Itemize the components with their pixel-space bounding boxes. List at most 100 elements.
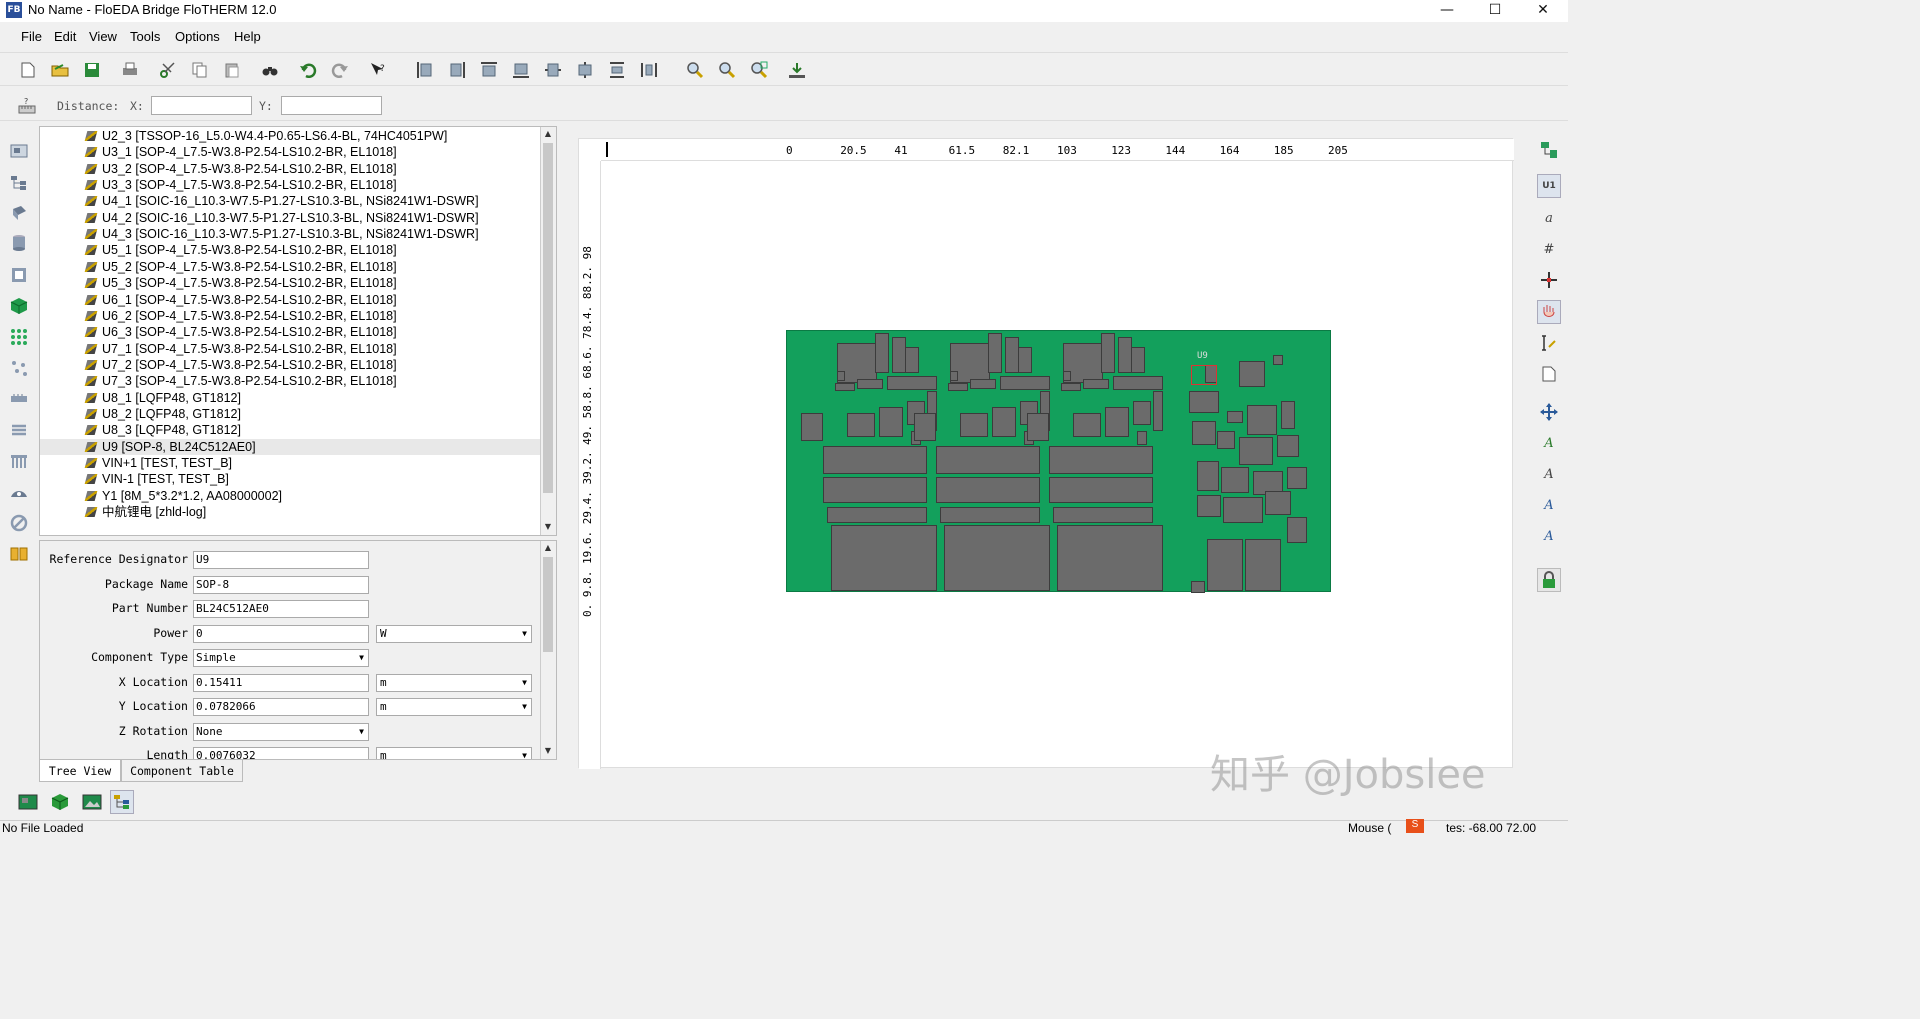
board-component[interactable] — [835, 383, 855, 391]
board-component[interactable] — [914, 413, 936, 441]
board-component[interactable] — [1191, 581, 1205, 593]
selected-component-outline[interactable] — [1191, 365, 1217, 385]
board-component[interactable] — [988, 333, 1002, 373]
stack-icon[interactable] — [8, 419, 30, 441]
property-input[interactable]: 0.0076032 — [193, 747, 369, 759]
board-component[interactable] — [823, 446, 927, 474]
board-component[interactable] — [1027, 413, 1049, 441]
tree-item[interactable]: U7_3 [SOP-4_L7.5-W3.8-P2.54-LS10.2-BR, E… — [40, 373, 540, 389]
hand-icon[interactable] — [1537, 300, 1561, 324]
font-add-icon[interactable]: A — [1537, 431, 1561, 455]
board-component[interactable] — [944, 525, 1050, 591]
board-component[interactable] — [1137, 431, 1147, 445]
align-left-icon[interactable] — [415, 60, 435, 80]
board-component[interactable] — [831, 525, 937, 591]
board-component[interactable] — [887, 376, 937, 390]
distance-y-input[interactable] — [281, 96, 382, 115]
board-component[interactable] — [992, 407, 1016, 437]
board-component[interactable] — [847, 413, 875, 437]
menu-edit[interactable]: Edit — [54, 29, 76, 44]
board-component[interactable] — [1005, 337, 1019, 373]
tree-item[interactable]: U6_1 [SOP-4_L7.5-W3.8-P2.54-LS10.2-BR, E… — [40, 292, 540, 308]
cylinder-icon[interactable] — [8, 232, 30, 254]
board-component[interactable] — [1057, 525, 1163, 591]
props-scroll-thumb[interactable] — [543, 557, 553, 652]
tab-component-table[interactable]: Component Table — [121, 760, 243, 782]
board-component[interactable] — [950, 371, 958, 381]
align-top-icon[interactable] — [479, 60, 499, 80]
new-file-icon[interactable] — [18, 60, 38, 80]
board-view-icon[interactable] — [16, 790, 40, 814]
rotate-icon[interactable] — [1537, 400, 1561, 424]
property-input[interactable]: 0.0782066 — [193, 698, 369, 716]
copy-icon[interactable] — [190, 60, 210, 80]
zoom-fit-icon[interactable] — [749, 60, 769, 80]
tree-scroll-down[interactable]: ▼ — [541, 520, 555, 534]
board-component[interactable] — [1105, 407, 1129, 437]
no-entry-icon[interactable] — [8, 512, 30, 534]
undo-icon[interactable] — [298, 60, 318, 80]
unit-select[interactable]: m ▼ — [376, 747, 532, 759]
board-component[interactable] — [827, 507, 927, 523]
move-icon[interactable] — [1537, 268, 1561, 292]
tree-scroll-thumb[interactable] — [543, 143, 553, 493]
tree-view-icon[interactable] — [110, 790, 134, 814]
board-component[interactable] — [940, 507, 1040, 523]
board-component[interactable] — [1113, 376, 1163, 390]
save-icon[interactable] — [82, 60, 102, 80]
board-component[interactable] — [1101, 333, 1115, 373]
board-component[interactable] — [936, 446, 1040, 474]
props-scroll-down[interactable]: ▼ — [541, 744, 555, 758]
menu-tools[interactable]: Tools — [130, 29, 160, 44]
menu-help[interactable]: Help — [234, 29, 261, 44]
board-component[interactable] — [1189, 391, 1219, 413]
tree-scroll-up[interactable]: ▲ — [541, 127, 555, 141]
board-component[interactable] — [936, 477, 1040, 503]
align-bottom-icon[interactable] — [511, 60, 531, 80]
board-component[interactable] — [1083, 379, 1109, 389]
board-component[interactable] — [1049, 477, 1153, 503]
grid-array-icon[interactable] — [8, 326, 30, 348]
close-button[interactable]: ✕ — [1520, 0, 1566, 22]
board-component[interactable] — [960, 413, 988, 437]
board-component[interactable] — [1277, 435, 1299, 457]
paste-icon[interactable] — [222, 60, 242, 80]
menu-view[interactable]: View — [89, 29, 117, 44]
board-component[interactable] — [905, 347, 919, 373]
board-component[interactable] — [1049, 446, 1153, 474]
open-folder-icon[interactable] — [50, 60, 70, 80]
tab-tree-view[interactable]: Tree View — [39, 760, 121, 782]
board-component[interactable] — [875, 333, 889, 373]
reference-designator-icon[interactable]: U1 — [1537, 174, 1561, 198]
distance-x-input[interactable] — [151, 96, 252, 115]
board-component[interactable] — [1192, 421, 1216, 445]
tree-scrollbar[interactable]: ▲ ▼ — [540, 127, 556, 535]
board-component[interactable] — [1245, 539, 1281, 591]
tree-item[interactable]: Y1 [8M_5*3.2*1.2, AA08000002] — [40, 488, 540, 504]
component-icon[interactable] — [8, 202, 30, 224]
board-component[interactable] — [1063, 371, 1071, 381]
menu-file[interactable]: File — [21, 29, 42, 44]
pcb-board[interactable]: U9 — [786, 330, 1331, 593]
book-icon[interactable] — [8, 543, 30, 565]
zoom-in-icon[interactable] — [685, 60, 705, 80]
tree-item[interactable]: U8_1 [LQFP48, GT1812] — [40, 390, 540, 406]
3d-cube-icon[interactable] — [48, 790, 72, 814]
board-component[interactable] — [1197, 461, 1219, 491]
measure-icon[interactable] — [1537, 331, 1561, 355]
board-component[interactable] — [1223, 497, 1263, 523]
unit-select[interactable]: m ▼ — [376, 673, 532, 692]
board-component[interactable] — [837, 371, 845, 381]
property-input[interactable]: U9 — [193, 551, 369, 569]
menu-options[interactable]: Options — [175, 29, 220, 44]
board-component[interactable] — [1000, 376, 1050, 390]
cut-icon[interactable] — [158, 60, 178, 80]
tree-item[interactable]: VIN-1 [TEST, TEST_B] — [40, 471, 540, 487]
tree-item[interactable]: VIN+1 [TEST, TEST_B] — [40, 455, 540, 471]
find-icon[interactable] — [260, 60, 280, 80]
export-icon[interactable] — [787, 60, 807, 80]
font-rotate-icon[interactable]: A — [1537, 493, 1561, 517]
property-input[interactable]: BL24C512AE0 — [193, 600, 369, 618]
board-component[interactable] — [1273, 355, 1283, 365]
view-board-icon[interactable] — [1537, 138, 1561, 162]
